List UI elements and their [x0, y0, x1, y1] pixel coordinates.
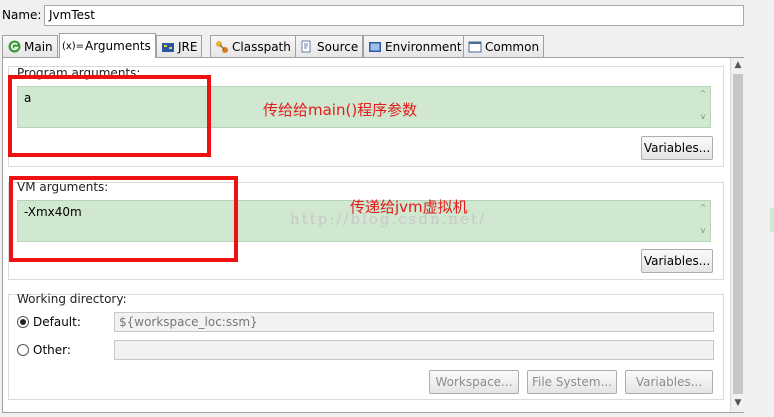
default-radio-button[interactable] — [17, 316, 29, 328]
tab-source[interactable]: Source — [295, 35, 364, 57]
panel-scrollbar[interactable]: ▲ ▼ — [730, 58, 744, 412]
arguments-icon: (x)= — [61, 40, 85, 52]
other-radio-button[interactable] — [17, 344, 29, 356]
main-icon — [7, 40, 21, 54]
other-radio[interactable]: Other: — [17, 343, 71, 357]
scroll-up-icon[interactable]: ▲ — [731, 58, 745, 72]
tab-common[interactable]: Common — [463, 35, 545, 57]
scroll-thumb[interactable] — [733, 74, 743, 394]
tab-jre[interactable]: JRE — [156, 35, 203, 57]
tab-arguments[interactable]: (x)= Arguments — [59, 33, 156, 58]
name-input[interactable]: JvmTest — [44, 5, 744, 26]
environment-icon — [368, 40, 382, 54]
name-label: Name: — [2, 8, 42, 22]
tab-bar: Main (x)= Arguments JRE Classpath Source… — [0, 33, 744, 58]
tab-main[interactable]: Main — [2, 35, 58, 57]
name-row: Name: JvmTest — [0, 4, 774, 28]
program-arguments-highlight — [8, 75, 211, 157]
jre-icon — [161, 40, 175, 54]
working-directory-group: Working directory: Default: ${workspace_… — [8, 292, 724, 400]
classpath-icon — [215, 40, 229, 54]
vm-arguments-highlight — [9, 176, 238, 262]
textarea-scrollbar[interactable]: ^ v — [696, 87, 710, 127]
default-radio[interactable]: Default: — [17, 315, 81, 329]
scroll-down-icon[interactable]: ▼ — [731, 396, 745, 410]
program-arguments-annotation: 传给给main()程序参数 — [263, 101, 418, 119]
common-icon — [468, 40, 482, 54]
source-icon — [300, 40, 314, 54]
wd-variables-button[interactable]: Variables... — [625, 370, 713, 394]
program-variables-button[interactable]: Variables... — [641, 136, 713, 160]
default-directory-field: ${workspace_loc:ssm} — [114, 312, 714, 332]
right-edge-mark — [770, 208, 774, 232]
other-directory-field[interactable] — [114, 340, 714, 360]
file-system-button[interactable]: File System... — [527, 370, 617, 394]
tab-classpath[interactable]: Classpath — [210, 35, 296, 57]
vm-variables-button[interactable]: Variables... — [641, 249, 713, 273]
working-directory-title: Working directory: — [17, 292, 127, 306]
textarea-scrollbar[interactable]: ^ v — [696, 201, 710, 241]
vm-arguments-annotation: 传递给jvm虚拟机 — [350, 198, 468, 216]
workspace-button[interactable]: Workspace... — [429, 370, 519, 394]
right-edge — [746, 0, 774, 417]
tab-environment[interactable]: Environment — [363, 35, 467, 57]
